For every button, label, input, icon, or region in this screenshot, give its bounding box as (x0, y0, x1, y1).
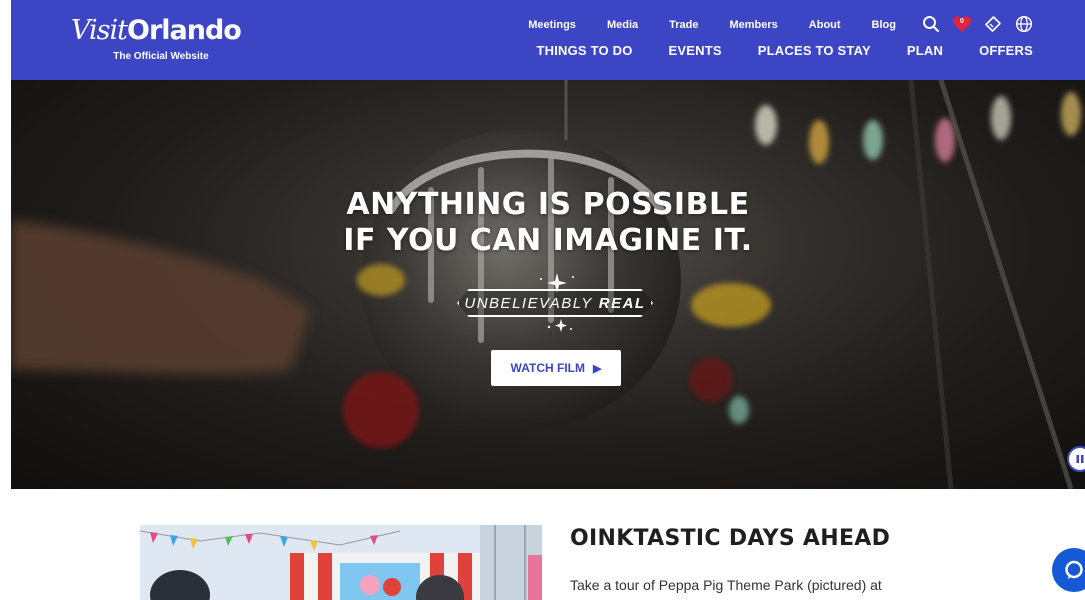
hero-headline: ANYTHING IS POSSIBLE IF YOU CAN IMAGINE … (11, 187, 1085, 259)
site-logo[interactable]: VisitOrlando The Official Website (71, 14, 242, 62)
main-nav: THINGS TO DO EVENTS PLACES TO STAY PLAN … (536, 43, 1033, 58)
hero-headline-line1: ANYTHING IS POSSIBLE (346, 187, 750, 222)
hero-headline-line2: IF YOU CAN IMAGINE IT. (343, 223, 753, 258)
utility-nav: Meetings Media Trade Members About Blog (528, 17, 896, 33)
util-link-media[interactable]: Media (607, 19, 638, 31)
site-header: VisitOrlando The Official Website Meetin… (11, 0, 1085, 80)
util-link-meetings[interactable]: Meetings (528, 19, 576, 31)
unbelievably-real-badge: UNBELIEVABLY REAL (453, 273, 661, 333)
nav-offers[interactable]: OFFERS (979, 43, 1033, 58)
logo-wordmark: VisitOrlando (71, 14, 242, 47)
favorites-count: 0 (960, 18, 964, 25)
logo-orlando-text: Orlando (127, 15, 242, 46)
watch-film-label: WATCH FILM (510, 361, 585, 375)
badge-text: UNBELIEVABLY REAL (457, 289, 653, 317)
util-link-members[interactable]: Members (729, 19, 777, 31)
utility-icons: 0 (911, 13, 1035, 35)
hero-video[interactable]: ANYTHING IS POSSIBLE IF YOU CAN IMAGINE … (11, 80, 1085, 489)
globe-icon[interactable] (1013, 13, 1035, 35)
logo-visit-text: Visit (71, 15, 128, 46)
logo-tagline: The Official Website (113, 51, 209, 62)
nav-events[interactable]: EVENTS (669, 43, 722, 58)
badge-light-text: UNBELIEVABLY (464, 294, 593, 312)
util-link-trade[interactable]: Trade (669, 19, 698, 31)
article-thumbnail[interactable] (140, 525, 542, 600)
util-link-about[interactable]: About (809, 19, 841, 31)
util-link-blog[interactable]: Blog (872, 19, 896, 31)
article-title[interactable]: OINKTASTIC DAYS AHEAD (570, 526, 890, 551)
watch-film-button[interactable]: WATCH FILM ▶ (491, 350, 621, 386)
peppa-pig-park-image (140, 525, 542, 600)
ticket-icon[interactable] (982, 13, 1004, 35)
chat-icon[interactable] (1052, 548, 1085, 592)
nav-plan[interactable]: PLAN (907, 43, 943, 58)
search-icon[interactable] (920, 13, 942, 35)
nav-things-to-do[interactable]: THINGS TO DO (536, 43, 632, 58)
play-icon: ▶ (592, 362, 602, 375)
nav-places-to-stay[interactable]: PLACES TO STAY (758, 43, 871, 58)
article-body: Take a tour of Peppa Pig Theme Park (pic… (570, 577, 882, 593)
badge-bold-text: REAL (598, 294, 646, 312)
favorites-heart-icon[interactable]: 0 (951, 13, 973, 35)
